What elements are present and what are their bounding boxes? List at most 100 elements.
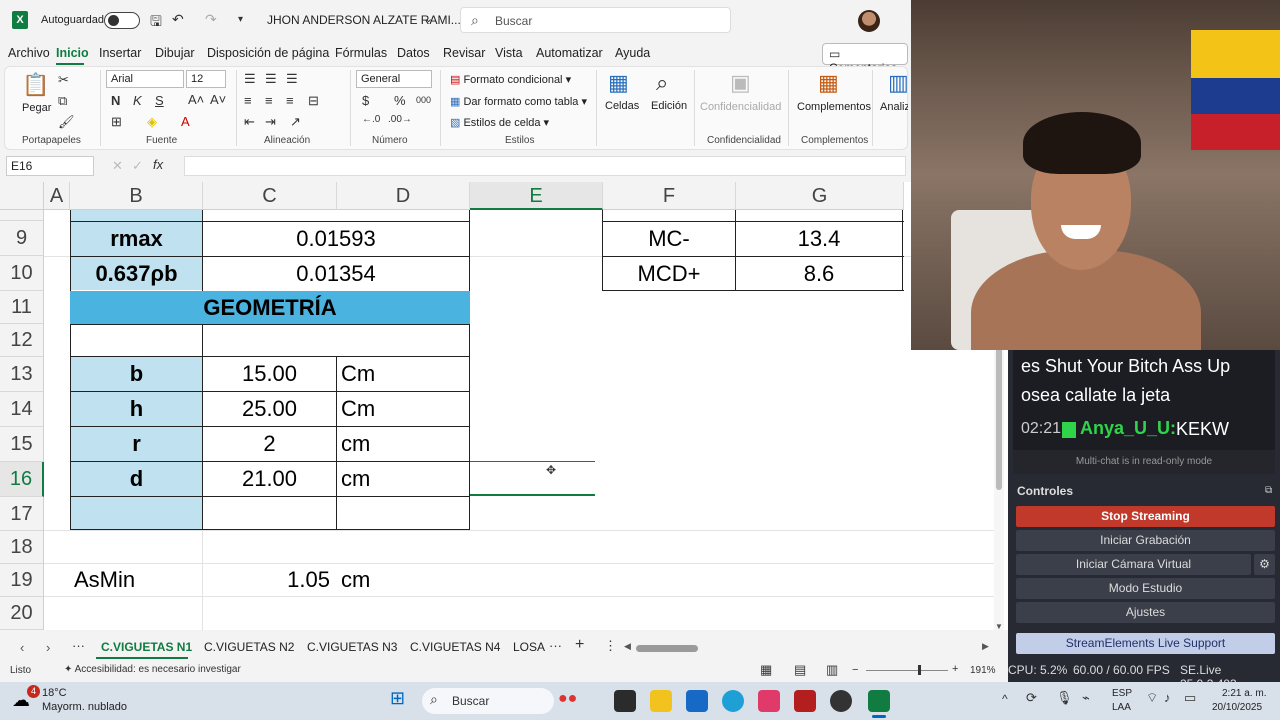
zoom-level[interactable]: 191% <box>970 665 996 676</box>
media-app-icon[interactable] <box>758 690 780 712</box>
cell-b9[interactable]: rmax <box>71 222 202 256</box>
horizontal-scrollbar-thumb[interactable] <box>636 645 698 652</box>
align-right-icon[interactable]: ≡ <box>286 93 294 108</box>
accessibility-status[interactable]: ✦ Accesibilidad: es necesario investigar <box>64 664 241 675</box>
terminal-app-icon[interactable] <box>614 690 636 712</box>
cell-c9[interactable]: 0.01593 <box>203 222 469 256</box>
cell-b15[interactable]: r <box>71 427 202 461</box>
analyze-data-icon[interactable]: ▥ <box>888 70 909 96</box>
copy-icon[interactable]: ⧉ <box>58 93 67 109</box>
row-header-19[interactable]: 19 <box>0 564 44 597</box>
menu-inicio[interactable]: Inicio <box>56 46 89 60</box>
cell-c13[interactable]: 15.00 <box>203 357 336 391</box>
select-all-corner[interactable] <box>0 182 44 210</box>
row-header-16[interactable]: 16 <box>0 462 44 497</box>
cell-b17[interactable] <box>71 497 202 529</box>
cell-c10[interactable]: 0.01354 <box>203 257 469 290</box>
menu-datos[interactable]: Datos <box>397 46 430 60</box>
red-app-icon[interactable] <box>794 690 816 712</box>
column-header-e[interactable]: E <box>470 182 603 210</box>
menu-vista[interactable]: Vista <box>495 46 523 60</box>
zoom-slider-thumb[interactable] <box>918 665 921 675</box>
row-header-9[interactable]: 9 <box>0 221 44 256</box>
percent-icon[interactable]: % <box>394 93 406 108</box>
editing-label[interactable]: Edición <box>651 100 687 112</box>
increase-indent-icon[interactable]: ⇥ <box>265 114 276 130</box>
italic-icon[interactable]: K <box>133 93 142 108</box>
cell-d15[interactable]: cm <box>337 427 469 461</box>
cell-b8[interactable] <box>71 210 202 221</box>
column-header-f[interactable]: F <box>603 182 736 210</box>
row-header-8[interactable] <box>0 210 44 221</box>
increase-font-icon[interactable]: A˄ <box>188 92 204 107</box>
live-support-button[interactable]: StreamElements Live Support <box>1016 633 1275 654</box>
clock-time[interactable]: 2:21 a. m. <box>1222 688 1266 699</box>
currency-icon[interactable]: $ <box>362 93 369 108</box>
cell-d14[interactable]: Cm <box>337 392 469 426</box>
increase-decimal-icon[interactable]: ←.0 <box>362 114 380 125</box>
align-bottom-icon[interactable]: ☰ <box>286 71 298 87</box>
edge-browser-icon[interactable] <box>722 690 744 712</box>
more-sheets-icon[interactable]: ··· <box>72 638 85 653</box>
sheet-tab-5[interactable]: LOSA <box>513 640 545 654</box>
zoom-out-icon[interactable]: − <box>852 664 858 676</box>
column-header-a[interactable]: A <box>44 182 70 210</box>
font-color-icon[interactable]: A <box>181 114 190 129</box>
cut-icon[interactable]: ✂ <box>58 72 69 88</box>
formula-input[interactable] <box>184 156 906 176</box>
cancel-icon[interactable]: ✕ <box>112 158 123 174</box>
studio-mode-button[interactable]: Modo Estudio <box>1016 578 1275 599</box>
cells-icon[interactable]: ▦ <box>608 70 629 96</box>
thousands-icon[interactable]: 000 <box>416 95 431 105</box>
row-header-14[interactable]: 14 <box>0 392 44 427</box>
cell-f9[interactable]: MC- <box>603 222 735 256</box>
sheet-options-icon[interactable]: ⋮ <box>604 638 617 654</box>
store-app-icon[interactable] <box>686 690 708 712</box>
addins-icon[interactable]: ▦ <box>818 70 839 96</box>
temperature[interactable]: 18°C <box>42 687 67 699</box>
column-header-d[interactable]: D <box>337 182 470 210</box>
page-break-icon[interactable]: ▥ <box>826 662 838 678</box>
windows-start-icon[interactable]: ⊞ <box>390 688 405 709</box>
wifi-icon[interactable]: ⌔ <box>1146 690 1158 706</box>
row-header-10[interactable]: 10 <box>0 256 44 291</box>
virtual-camera-settings-icon[interactable]: ⚙ <box>1254 554 1275 575</box>
cell-b10[interactable]: 0.637ρb <box>71 257 202 290</box>
autosave-toggle[interactable] <box>104 12 140 29</box>
name-box[interactable]: E16 <box>6 156 94 176</box>
column-header-c[interactable]: C <box>203 182 337 210</box>
search-box[interactable]: ⌕ Buscar <box>460 7 731 33</box>
menu-automatizar[interactable]: Automatizar <box>536 46 603 60</box>
row-header-11[interactable]: 11 <box>0 291 44 324</box>
menu-insertar[interactable]: Insertar <box>99 46 141 60</box>
column-header-b[interactable]: B <box>70 182 203 210</box>
scroll-down-icon[interactable]: ▼ <box>995 622 1003 631</box>
geometry-header-cell[interactable]: GEOMETRÍA <box>70 291 470 324</box>
undo-icon[interactable]: ↶ <box>172 11 184 28</box>
cell-g10[interactable]: 8.6 <box>736 257 902 290</box>
excel-taskbar-icon[interactable] <box>868 690 890 712</box>
editing-icon[interactable]: ⌕ <box>656 70 668 96</box>
zoom-in-icon[interactable]: + <box>952 663 958 675</box>
row-header-13[interactable]: 13 <box>0 357 44 392</box>
underline-icon[interactable]: S <box>155 93 164 108</box>
confidentiality-label[interactable]: Confidencialidad <box>700 101 781 113</box>
cell-d16[interactable]: cm <box>337 462 469 496</box>
redo-icon[interactable]: ↷ <box>205 11 217 28</box>
obs-app-icon[interactable] <box>830 690 852 712</box>
cell-c16[interactable]: 21.00 <box>203 462 336 496</box>
font-size-select[interactable]: 12 <box>186 70 226 88</box>
align-center-icon[interactable]: ≡ <box>265 93 273 108</box>
sheet-list-icon[interactable]: ··· <box>549 638 562 653</box>
next-sheet-icon[interactable]: › <box>46 640 50 655</box>
menu-ayuda[interactable]: Ayuda <box>615 46 650 60</box>
sheet-tab-3[interactable]: C.VIGUETAS N3 <box>307 640 397 654</box>
align-top-icon[interactable]: ☰ <box>244 71 256 87</box>
cell-c15[interactable]: 2 <box>203 427 336 461</box>
sheet-tab-4[interactable]: C.VIGUETAS N4 <box>410 640 500 654</box>
keyboard-layout[interactable]: LAA <box>1112 702 1131 713</box>
settings-button[interactable]: Ajustes <box>1016 602 1275 623</box>
fruit-widget-icon[interactable]: ●● <box>558 690 577 708</box>
bold-icon[interactable]: N <box>111 93 120 108</box>
comments-button[interactable]: ▭ Comentarios <box>822 43 908 75</box>
